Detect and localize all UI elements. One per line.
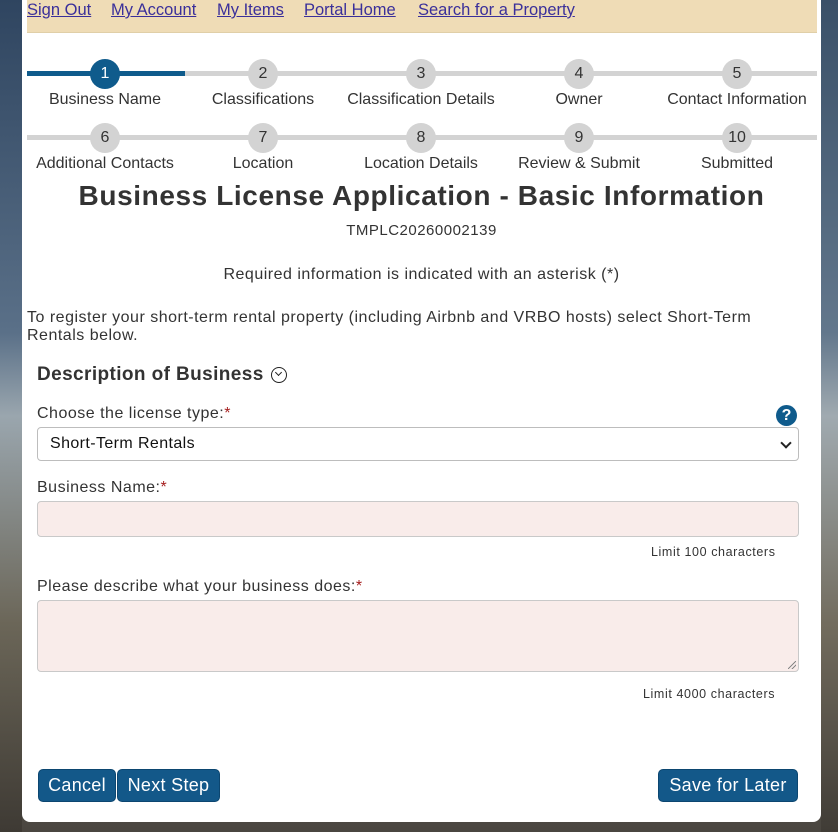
my-items-link[interactable]: My Items — [217, 0, 284, 20]
step-number: 2 — [248, 59, 278, 89]
step-2[interactable]: 2 Classifications — [188, 59, 338, 109]
intro-text: To register your short-term rental prope… — [27, 309, 752, 344]
step-number: 8 — [406, 123, 436, 153]
business-name-limit: Limit 100 characters — [651, 545, 776, 559]
sign-out-link[interactable]: Sign Out — [27, 0, 91, 20]
step-number: 4 — [564, 59, 594, 89]
step-5[interactable]: 5 Contact Information — [662, 59, 812, 109]
step-label: Review & Submit — [518, 155, 640, 172]
background-scenery-left — [0, 0, 22, 832]
save-for-later-button[interactable]: Save for Later — [658, 769, 798, 802]
step-6[interactable]: 6 Additional Contacts — [30, 123, 180, 173]
step-number: 6 — [90, 123, 120, 153]
required-asterisk: * — [224, 405, 231, 422]
step-label: Location Details — [364, 155, 478, 172]
license-type-label: Choose the license type:* — [37, 405, 231, 423]
required-asterisk: * — [160, 479, 168, 496]
business-name-input[interactable] — [37, 501, 799, 537]
my-account-link[interactable]: My Account — [111, 0, 196, 20]
step-label: Owner — [555, 91, 603, 108]
step-number: 3 — [406, 59, 436, 89]
step-number: 1 — [90, 59, 120, 89]
resize-handle-icon[interactable] — [788, 661, 796, 669]
chevron-down-icon — [780, 437, 792, 449]
step-8[interactable]: 8 Location Details — [346, 123, 496, 173]
license-type-value: Short-Term Rentals — [50, 435, 196, 452]
step-10[interactable]: 10 Submitted — [662, 123, 812, 173]
description-label: Please describe what your business does:… — [37, 578, 363, 596]
step-1[interactable]: 1 Business Name — [30, 59, 180, 109]
description-textarea[interactable] — [37, 600, 799, 672]
description-label-text: Please describe what your business does: — [37, 578, 356, 595]
section-title: Description of Business — [37, 364, 264, 385]
chevron-down-icon[interactable] — [270, 367, 287, 383]
portal-home-link[interactable]: Portal Home — [304, 0, 396, 20]
next-step-button[interactable]: Next Step — [117, 769, 220, 802]
background-scenery-right — [821, 0, 838, 832]
step-label: Classifications — [211, 91, 315, 108]
cancel-button[interactable]: Cancel — [38, 769, 116, 802]
license-type-select[interactable]: Short-Term Rentals — [37, 427, 799, 461]
step-label: Business Name — [48, 91, 162, 108]
description-limit: Limit 4000 characters — [643, 687, 776, 701]
search-property-link[interactable]: Search for a Property — [418, 0, 575, 20]
business-name-label-text: Business Name: — [37, 479, 161, 496]
step-label: Location — [232, 155, 294, 172]
step-3[interactable]: 3 Classification Details — [346, 59, 496, 109]
required-note: Required information is indicated with a… — [223, 266, 620, 283]
required-asterisk: * — [355, 578, 363, 595]
step-7[interactable]: 7 Location — [188, 123, 338, 173]
step-number: 10 — [722, 123, 752, 153]
business-name-label: Business Name:* — [37, 479, 167, 497]
step-9[interactable]: 9 Review & Submit — [504, 123, 654, 173]
license-type-label-text: Choose the license type: — [37, 405, 225, 422]
step-label: Additional Contacts — [36, 155, 174, 172]
step-label: Contact Information — [667, 91, 807, 108]
top-navigation: Sign Out My Account My Items Portal Home… — [27, 0, 817, 33]
step-number: 7 — [248, 123, 278, 153]
page-title: Business License Application - Basic Inf… — [78, 180, 765, 211]
section-header[interactable]: Description of Business — [37, 364, 287, 386]
application-card: Sign Out My Account My Items Portal Home… — [22, 0, 821, 822]
step-label: Classification Details — [347, 91, 495, 108]
step-number: 5 — [722, 59, 752, 89]
step-number: 9 — [564, 123, 594, 153]
step-label: Submitted — [700, 155, 774, 172]
application-id: TMPLC20260002139 — [346, 222, 497, 239]
help-icon[interactable]: ? — [776, 405, 797, 426]
step-4[interactable]: 4 Owner — [504, 59, 654, 109]
